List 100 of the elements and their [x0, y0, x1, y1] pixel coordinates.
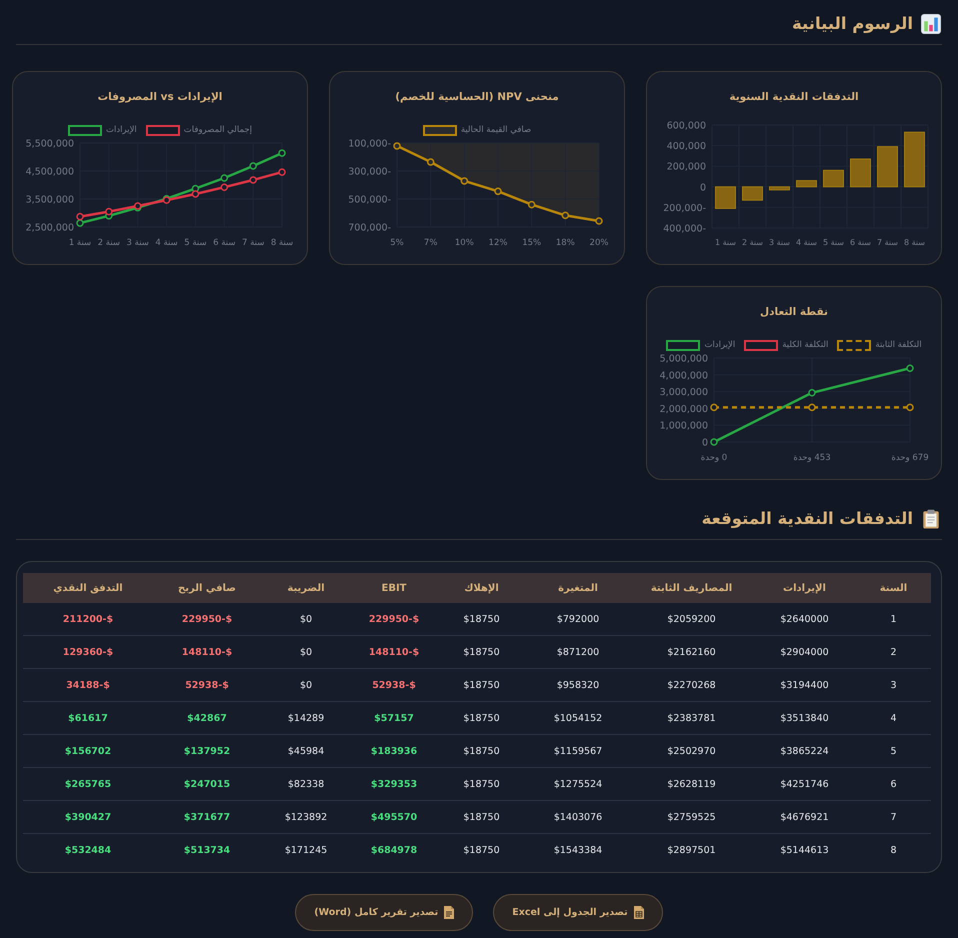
chart-bar [823, 170, 844, 188]
column-header: الضريبة [261, 573, 351, 603]
legend-label: الإيرادات [106, 125, 137, 135]
axis-category-label: 20% [590, 238, 608, 248]
section-title: الرسوم البيانية [792, 13, 913, 35]
table-cell: $1543384 [526, 834, 630, 866]
table-cell: $2162160 [630, 636, 753, 668]
table-cell: $171245 [261, 834, 351, 866]
table-cell: $18750 [437, 603, 526, 636]
axis-tick-label: -200,000 [663, 202, 706, 214]
table-cell: $-52938 [351, 668, 437, 702]
point [278, 168, 286, 176]
point [808, 389, 816, 397]
axis-category-label: سنة 7 [876, 238, 898, 247]
axis-category-label: سنة 2 [742, 238, 764, 247]
table-cell: $0 [261, 636, 351, 668]
bar-chart-icon [921, 14, 941, 34]
table-cell: $3194400 [753, 668, 856, 702]
table-cell: $18750 [437, 668, 526, 702]
export-button[interactable]: تصدير الجدول إلى Excel [493, 894, 663, 931]
legend-label: التكلفة الكلية [782, 340, 828, 350]
point [906, 364, 914, 372]
point [710, 438, 718, 446]
point [105, 208, 113, 216]
table-cell: $14289 [261, 702, 351, 734]
column-header: الإهلاك [437, 573, 526, 603]
table-cell: $1275524 [526, 768, 630, 800]
axis-category-label: سنة 5 [822, 238, 844, 247]
axis-category-label: سنة 8 [270, 238, 294, 248]
table-cell: $2059200 [630, 603, 753, 636]
chart-title: منحنى NPV (الحساسية للخصم) [395, 90, 559, 105]
axis-category-label: 453 وحدة [793, 453, 831, 463]
column-header: الإيرادات [753, 573, 856, 603]
axis-category-label: 7% [424, 238, 438, 248]
table-cell: $329353 [351, 768, 437, 800]
column-header: EBIT [351, 573, 437, 603]
axis-tick-label: 4,000,000 [660, 370, 708, 382]
table-cell: $156702 [23, 734, 153, 768]
table-cell: $-129360 [23, 636, 153, 668]
axis-tick-label: -300,000 [348, 166, 391, 178]
axis-category-label: سنة 7 [242, 238, 264, 248]
table-cell: $958320 [526, 668, 630, 702]
point [249, 162, 257, 170]
axis-category-label: سنة 6 [213, 238, 236, 248]
legend-label: صافي القيمة الحالية [460, 125, 532, 135]
table-cell: $18750 [437, 800, 526, 834]
table-cell: $-148110 [351, 636, 437, 668]
section-title: التدفقات النقدية المتوقعة [702, 508, 913, 530]
table-cell: $-211200 [23, 603, 153, 636]
axis-category-label: سنة 5 [184, 238, 207, 248]
table-cell: $871200 [526, 636, 630, 668]
table-cell: $3865224 [753, 734, 856, 768]
point [76, 212, 84, 220]
table-cell: $265765 [23, 768, 153, 800]
axis-tick-label: 400,000 [666, 141, 706, 152]
table-cell: $1054152 [526, 702, 630, 734]
table-cell: 3 [856, 668, 931, 702]
table-cell: 4 [856, 702, 931, 734]
column-header: التدفق النقدي [23, 573, 153, 603]
chart-bar [850, 158, 871, 188]
table-cell: $-34188 [23, 668, 153, 702]
spreadsheet-file-icon [634, 906, 644, 919]
axis-category-label: سنة 4 [796, 238, 818, 247]
chart-title: الإيرادات vs المصروفات [98, 90, 222, 105]
chart-bar [796, 180, 817, 188]
table-cell: $4676921 [753, 800, 856, 834]
column-header: المصاريف الثابتة [630, 573, 753, 603]
table-cell: $495570 [351, 800, 437, 834]
table-cell: $42867 [153, 702, 261, 734]
point [528, 200, 536, 208]
axis-tick-label: -400,000 [663, 224, 706, 234]
point [220, 174, 228, 182]
point [494, 188, 502, 196]
table-cell: 6 [856, 768, 931, 800]
table-cell: $371677 [153, 800, 261, 834]
table-cell: 7 [856, 800, 931, 834]
table-cell: $82338 [261, 768, 351, 800]
axis-category-label: 679 وحدة [891, 453, 929, 463]
table-cell: $513734 [153, 834, 261, 866]
axis-tick-label: 1,000,000 [660, 420, 708, 432]
axis-tick-label: 0 [700, 182, 706, 194]
table-cell: $4251746 [753, 768, 856, 800]
table-cell: $18750 [437, 734, 526, 768]
table-cell: $2897501 [630, 834, 753, 866]
table-cell: 1 [856, 603, 931, 636]
table-cell: $0 [261, 668, 351, 702]
table-cell: $3513840 [753, 702, 856, 734]
point [192, 190, 200, 198]
table-cell: $18750 [437, 636, 526, 668]
point [710, 404, 718, 412]
table-cell: $2628119 [630, 768, 753, 800]
table-cell: $1159567 [526, 734, 630, 768]
column-header: صافي الربح [153, 573, 261, 603]
table-cell: $2502970 [630, 734, 753, 768]
table-cell: $2640000 [753, 603, 856, 636]
clipboard-icon [921, 509, 941, 529]
table-cell: $137952 [153, 734, 261, 768]
export-button[interactable]: تصدير تقرير كامل (Word) [295, 894, 474, 931]
table-cell: $5144613 [753, 834, 856, 866]
table-cell: $-148110 [153, 636, 261, 668]
